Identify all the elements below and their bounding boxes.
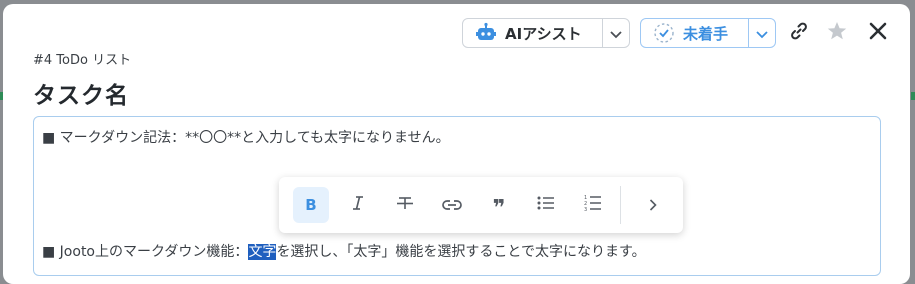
bullet-list-button[interactable]: [528, 187, 564, 223]
italic-icon: [350, 195, 366, 215]
ai-assist-label: AIアシスト: [505, 24, 582, 43]
breadcrumb[interactable]: #4 ToDo リスト: [33, 49, 131, 68]
link-icon: [442, 196, 462, 215]
more-button[interactable]: [635, 187, 671, 223]
numbered-list-icon: 123: [584, 194, 602, 216]
quote-icon: ❞: [492, 196, 506, 221]
background-edge-right: [911, 92, 915, 100]
status-control: 未着手: [640, 18, 776, 48]
ai-assist-control: AIアシスト: [462, 18, 630, 48]
chevron-right-icon: [649, 196, 657, 215]
line-text: を選択し、「太字」機能を選択することで太字になります。: [276, 244, 646, 260]
page-title[interactable]: タスク名: [33, 76, 129, 110]
bold-button[interactable]: B: [293, 187, 329, 223]
robot-icon: [475, 22, 497, 44]
strikethrough-button[interactable]: [387, 187, 423, 223]
status-dropdown[interactable]: [748, 19, 775, 47]
status-button[interactable]: 未着手: [641, 19, 738, 47]
format-toolbar: B ❞ 123: [279, 177, 683, 233]
editor-line: ■ Jooto上のマークダウン機能：文字を選択し、「太字」機能を選択することで太…: [42, 241, 646, 261]
quote-button[interactable]: ❞: [481, 187, 517, 223]
editor-line: ■ マークダウン記法：**〇〇**と入力しても太字になりません。: [42, 130, 450, 146]
link-button[interactable]: [434, 187, 470, 223]
svg-text:3: 3: [584, 207, 587, 212]
bullet-list-icon: [537, 195, 555, 215]
favorite-button[interactable]: [826, 22, 848, 44]
link-icon: [789, 21, 809, 45]
ai-assist-dropdown[interactable]: [602, 19, 629, 47]
task-modal: AIアシスト 未着手 #4 ToDo リスト タスク名 ■ マークダウン記法：*…: [3, 4, 910, 284]
ai-assist-button[interactable]: AIアシスト: [463, 19, 592, 47]
selected-text: 文字: [248, 244, 277, 260]
close-icon: [869, 22, 887, 44]
copy-link-button[interactable]: [788, 22, 810, 44]
chevron-down-icon: [610, 24, 622, 43]
star-icon: [826, 20, 848, 46]
italic-button[interactable]: [340, 187, 376, 223]
bold-icon: B: [305, 196, 317, 214]
close-button[interactable]: [867, 22, 889, 44]
numbered-list-button[interactable]: 123: [575, 187, 611, 223]
dashed-check-circle-icon: [653, 22, 675, 44]
status-label: 未着手: [683, 24, 729, 43]
chevron-down-icon: [756, 24, 768, 43]
line-text: ■ Jooto上のマークダウン機能：: [42, 244, 249, 260]
strikethrough-icon: [396, 195, 414, 215]
toolbar-divider: [620, 186, 621, 224]
